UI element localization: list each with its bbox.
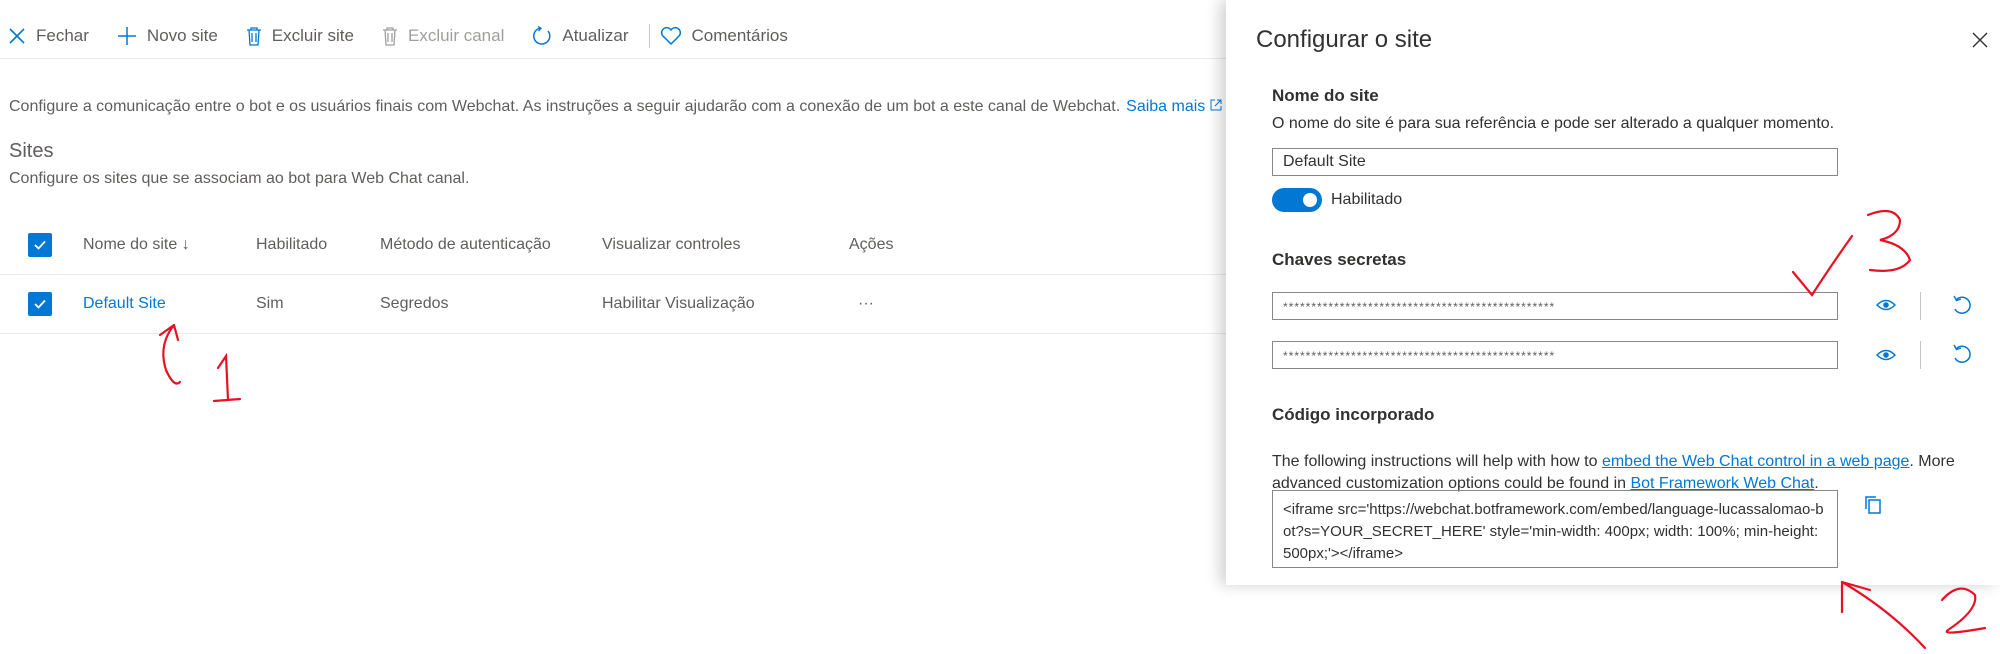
annotation-arrow-2 <box>1840 580 1927 650</box>
site-preview-value: Habilitar Visualização <box>602 295 755 312</box>
delete-channel-label: Excluir canal <box>407 26 505 45</box>
close-icon <box>9 28 25 44</box>
toggle-knob <box>1303 193 1317 207</box>
plus-icon <box>117 27 136 45</box>
secret-keys-label: Chaves secretas <box>1272 250 1407 269</box>
sites-heading: Sites <box>9 140 54 162</box>
panel-close-button[interactable] <box>1972 32 1988 53</box>
icon-divider <box>1920 292 1921 320</box>
sites-table: Nome do site ↓ Habilitado Método de aute… <box>0 216 1226 334</box>
copy-icon <box>1865 496 1881 514</box>
command-bar: Fechar Novo site Excluir site Excluir ca… <box>0 14 808 58</box>
copy-embed-code-button[interactable] <box>1864 495 1882 520</box>
annotation-digit-2 <box>1940 587 1987 634</box>
secret-key-1-field[interactable]: ****************************************… <box>1272 292 1838 320</box>
checkmark-icon <box>34 240 46 250</box>
regenerate-secret-1-button[interactable] <box>1952 295 1972 320</box>
row-checkbox[interactable] <box>28 292 52 316</box>
show-secret-1-button[interactable] <box>1876 298 1896 317</box>
embed-code-label: Código incorporado <box>1272 405 1435 424</box>
new-site-label: Novo site <box>146 26 218 45</box>
regenerate-icon <box>1953 295 1971 314</box>
delete-channel-button[interactable]: Excluir canal <box>382 26 504 46</box>
column-header-preview-controls: Visualizar controles <box>602 236 741 253</box>
table-header-row: Nome do site ↓ Habilitado Método de aute… <box>0 216 1226 275</box>
toolbar-divider-line <box>0 58 1226 59</box>
secret-key-2-field[interactable]: ****************************************… <box>1272 341 1838 369</box>
eye-icon <box>1876 299 1896 311</box>
webchat-channel-page: Fechar Novo site Excluir site Excluir ca… <box>0 0 1226 654</box>
eye-icon <box>1876 349 1896 361</box>
column-header-actions: Ações <box>849 236 894 253</box>
select-all-checkbox[interactable] <box>28 233 52 257</box>
site-enabled-value: Sim <box>256 295 284 312</box>
embed-instructions: The following instructions will help wit… <box>1272 451 1992 495</box>
delete-site-label: Excluir site <box>271 26 354 45</box>
feedback-label: Comentários <box>691 26 788 45</box>
close-icon <box>1972 32 1988 48</box>
sites-description: Configure os sites que se associam ao bo… <box>9 170 470 187</box>
refresh-label: Atualizar <box>562 26 629 45</box>
site-name-link[interactable]: Default Site <box>83 295 166 313</box>
learn-more-link[interactable]: Saiba mais <box>1126 98 1222 115</box>
table-row[interactable]: Default Site Sim Segredos Habilitar Visu… <box>0 275 1226 334</box>
intro-description: Configure a comunicação entre o bot e os… <box>9 98 1121 115</box>
row-actions-button[interactable]: ··· <box>858 295 874 313</box>
close-label: Fechar <box>36 26 89 45</box>
checkmark-icon <box>34 299 46 309</box>
show-secret-2-button[interactable] <box>1876 348 1896 367</box>
column-header-site-name[interactable]: Nome do site ↓ <box>83 236 190 254</box>
enabled-toggle[interactable] <box>1272 188 1322 212</box>
trash-icon <box>382 27 397 46</box>
site-name-label: Nome do site <box>1272 86 1379 105</box>
regenerate-secret-2-button[interactable] <box>1952 344 1972 369</box>
close-button[interactable]: Fechar <box>8 26 89 46</box>
configure-site-panel: Configurar o site Nome do site O nome do… <box>1226 0 2000 585</box>
intro-text: Configure a comunicação entre o bot e os… <box>9 98 1222 116</box>
icon-divider <box>1920 341 1921 369</box>
embed-code-textarea[interactable]: <iframe src='https://webchat.botframewor… <box>1272 490 1838 568</box>
feedback-button[interactable]: Comentários <box>660 26 788 46</box>
trash-icon <box>246 27 261 46</box>
column-header-enabled: Habilitado <box>256 236 328 253</box>
embed-text-1: The following instructions will help wit… <box>1272 453 1602 470</box>
heart-icon <box>660 26 681 46</box>
embed-web-chat-link[interactable]: embed the Web Chat control in a web page <box>1602 453 1909 470</box>
external-link-icon <box>1210 99 1222 111</box>
toolbar-divider <box>648 24 650 48</box>
site-name-help: O nome do site é para sua referência e p… <box>1272 115 1835 132</box>
site-name-input[interactable]: Default Site <box>1272 148 1838 176</box>
column-header-auth-method: Método de autenticação <box>380 236 551 253</box>
learn-more-label: Saiba mais <box>1126 98 1206 115</box>
new-site-button[interactable]: Novo site <box>117 26 218 46</box>
refresh-icon <box>533 26 551 45</box>
refresh-button[interactable]: Atualizar <box>532 26 629 46</box>
enabled-label: Habilitado <box>1331 191 1403 208</box>
panel-title: Configurar o site <box>1256 26 1433 53</box>
site-auth-value: Segredos <box>380 295 449 312</box>
delete-site-button[interactable]: Excluir site <box>246 26 354 46</box>
regenerate-icon <box>1953 344 1971 363</box>
